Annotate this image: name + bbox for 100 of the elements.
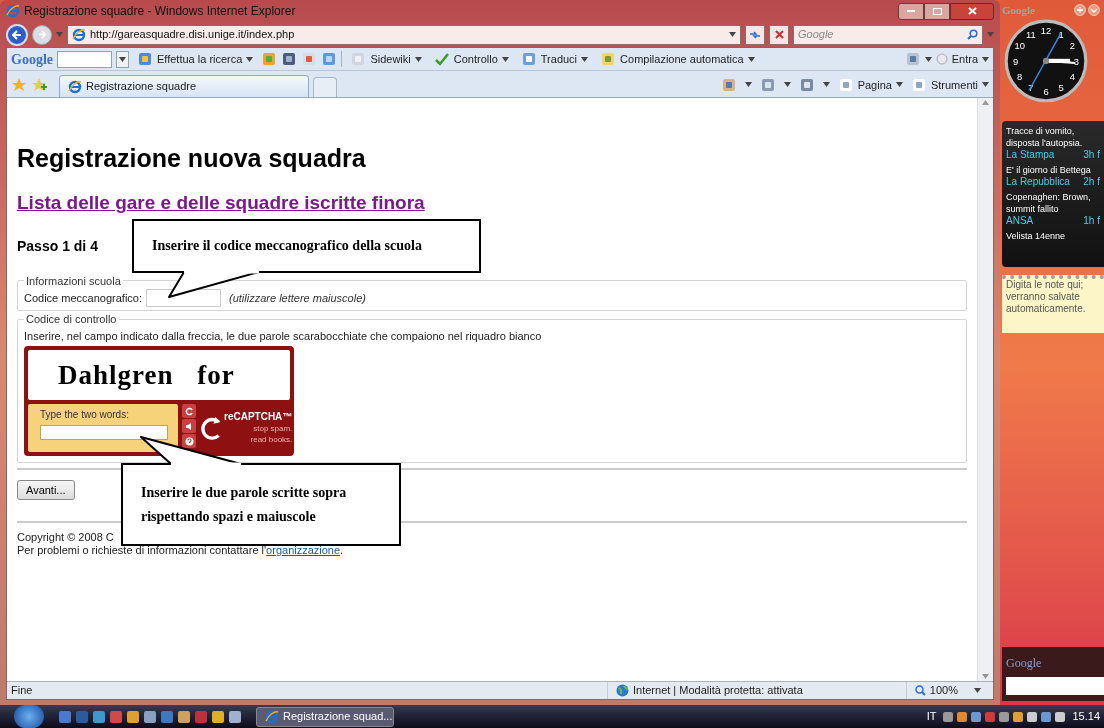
stop-button[interactable] bbox=[769, 24, 789, 45]
caret-icon[interactable] bbox=[729, 32, 736, 37]
star-icon[interactable] bbox=[11, 77, 27, 93]
tray-icon[interactable] bbox=[1012, 710, 1025, 723]
tray-icon[interactable] bbox=[1040, 710, 1053, 723]
refresh-icon bbox=[749, 29, 761, 40]
caret-icon[interactable] bbox=[895, 82, 903, 88]
search-icon[interactable] bbox=[967, 29, 978, 40]
callout-text: rispettando spazi e maiuscole bbox=[141, 507, 316, 526]
toolbar-button[interactable]: Traduci bbox=[516, 50, 593, 68]
toolbar-button[interactable]: Controllo bbox=[429, 50, 513, 68]
gadget-search-field[interactable] bbox=[1006, 677, 1104, 695]
news-source: La Stampa bbox=[1006, 148, 1055, 161]
quick-launch-icon[interactable] bbox=[143, 709, 157, 724]
minimize-icon bbox=[907, 9, 915, 13]
note-text[interactable]: Digita le note qui; verranno salvate automaticamente. bbox=[1006, 278, 1100, 315]
quick-launch-icon[interactable] bbox=[126, 709, 140, 724]
command-button[interactable]: Pagina bbox=[837, 76, 903, 93]
toolbar-button[interactable]: Effettua la ricerca bbox=[133, 50, 258, 68]
forward-arrow-icon bbox=[37, 30, 47, 39]
google-search-field[interactable] bbox=[57, 50, 112, 68]
quick-launch-icon[interactable] bbox=[109, 709, 123, 724]
tray-icon[interactable] bbox=[942, 710, 955, 723]
caret-icon[interactable] bbox=[982, 56, 989, 62]
toolbar-button[interactable]: Sidewiki bbox=[346, 50, 426, 68]
add-gadget-icon[interactable] bbox=[1074, 4, 1086, 17]
caret-icon[interactable] bbox=[783, 82, 791, 88]
colored-squares-icon[interactable] bbox=[137, 51, 153, 67]
captcha-input-field[interactable] bbox=[40, 425, 168, 440]
callout-text: Inserire il codice meccanografico della scuola bbox=[152, 237, 422, 255]
captcha-tagline: stop spam. bbox=[253, 424, 293, 434]
caret-icon[interactable] bbox=[982, 82, 989, 88]
news-headline[interactable]: E' il giorno di Bettega bbox=[1006, 163, 1100, 176]
quick-launch-icon[interactable] bbox=[160, 709, 174, 724]
fieldset-legend: Codice di controllo bbox=[24, 311, 119, 328]
contact-link[interactable]: organizzazione bbox=[266, 543, 341, 556]
news-headline[interactable]: Copenaghen: Brown, summit fallito bbox=[1006, 190, 1100, 215]
list-link[interactable]: Lista delle gare e delle squadre iscritte finora bbox=[17, 189, 967, 218]
news-age: 2h f bbox=[1083, 175, 1100, 188]
quick-launch-icon[interactable] bbox=[58, 709, 72, 724]
tray-icon[interactable] bbox=[956, 710, 969, 723]
news-headline[interactable]: Tracce di vomito, disposta l'autopsia. bbox=[1006, 124, 1100, 149]
zoom-button[interactable]: 100% bbox=[905, 682, 993, 699]
back-button[interactable] bbox=[6, 23, 28, 46]
caret-icon[interactable] bbox=[119, 56, 126, 62]
sidebar-logo: Google bbox=[1002, 3, 1035, 18]
caret-icon[interactable] bbox=[581, 56, 589, 62]
search-field[interactable]: Google bbox=[798, 26, 948, 43]
field-hint: (utilizzare lettere maiuscole) bbox=[229, 290, 366, 306]
gadget-menu-icon[interactable] bbox=[1088, 4, 1100, 17]
next-button[interactable]: Avanti... bbox=[17, 480, 75, 500]
tray-icon[interactable] bbox=[1026, 710, 1039, 723]
caret-icon[interactable] bbox=[744, 82, 752, 88]
sign-in-button[interactable]: Entra bbox=[935, 50, 989, 68]
dropdown-button[interactable] bbox=[116, 50, 129, 68]
clock-number: 7 bbox=[1028, 81, 1034, 93]
close-button[interactable] bbox=[950, 2, 994, 20]
minimize-button[interactable] bbox=[898, 2, 924, 20]
address-bar[interactable]: http://gareasquadre.disi.unige.it/index.php bbox=[67, 24, 741, 45]
clock-time[interactable]: 15.14 bbox=[1072, 708, 1100, 725]
caret-icon[interactable] bbox=[414, 56, 422, 62]
language-indicator[interactable]: IT bbox=[926, 708, 937, 725]
browser-icon bbox=[265, 709, 279, 724]
stop-icon bbox=[774, 30, 784, 39]
maximize-button[interactable] bbox=[924, 2, 950, 20]
news-age: 1h f bbox=[1083, 214, 1100, 227]
tray-icon[interactable] bbox=[998, 710, 1011, 723]
field-label: Codice meccanografico: bbox=[24, 290, 142, 306]
toolbar-button[interactable]: Compilazione automatica bbox=[596, 50, 759, 68]
tray-icon[interactable] bbox=[970, 710, 983, 723]
captcha-logo: reCAPTCHA™ bbox=[224, 411, 293, 423]
reload-button[interactable] bbox=[182, 404, 196, 418]
news-headline[interactable]: Velista 14enne bbox=[1006, 229, 1100, 242]
circle-icon bbox=[935, 53, 948, 65]
audio-button[interactable] bbox=[182, 419, 196, 433]
news-source: ANSA bbox=[1006, 214, 1034, 227]
caret-icon[interactable] bbox=[501, 56, 509, 62]
tray-icon[interactable] bbox=[1054, 710, 1067, 723]
start-button[interactable] bbox=[14, 705, 44, 728]
browser-tab[interactable]: Registrazione squadre bbox=[59, 75, 309, 97]
clock-number: 12 bbox=[1040, 24, 1052, 36]
caret-icon[interactable] bbox=[246, 56, 254, 62]
quick-launch-icon[interactable] bbox=[228, 709, 242, 724]
callout-text: Inserire le due parole scritte sopra bbox=[141, 483, 347, 502]
help-button[interactable] bbox=[182, 434, 196, 448]
checkmark-icon[interactable] bbox=[433, 51, 450, 67]
quick-launch-icon[interactable] bbox=[92, 709, 106, 724]
taskbar-button[interactable]: Registrazione squad... bbox=[256, 706, 394, 727]
search-box[interactable]: Google bbox=[793, 24, 983, 45]
quick-launch-icon[interactable] bbox=[211, 709, 225, 724]
command-button[interactable]: Strumenti bbox=[910, 76, 989, 93]
clock-number: 2 bbox=[1069, 39, 1075, 51]
caret-icon[interactable] bbox=[974, 688, 981, 693]
quick-launch-icon[interactable] bbox=[177, 709, 191, 724]
caret-icon[interactable] bbox=[822, 82, 830, 88]
refresh-button[interactable] bbox=[745, 24, 765, 45]
star-plus-icon[interactable] bbox=[31, 77, 47, 93]
caret-icon[interactable] bbox=[747, 56, 755, 62]
caret-icon[interactable] bbox=[924, 56, 932, 62]
forward-button[interactable] bbox=[32, 24, 52, 45]
